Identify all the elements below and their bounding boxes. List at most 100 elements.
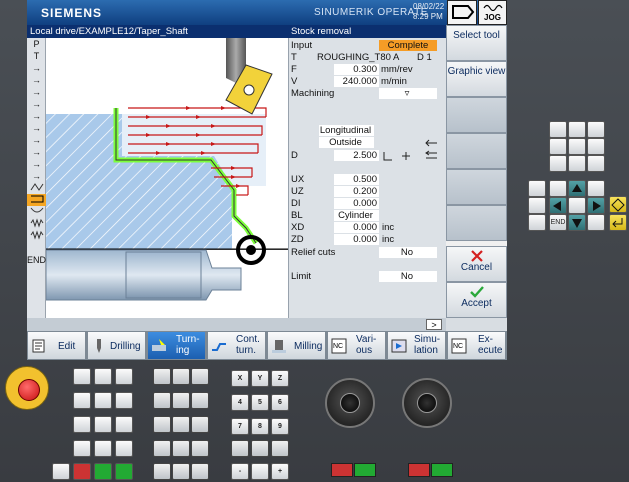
help-key[interactable] bbox=[528, 214, 546, 231]
var-increment-key[interactable] bbox=[94, 392, 112, 409]
spindle-start-button[interactable] bbox=[431, 463, 453, 477]
teach-in-key[interactable] bbox=[73, 392, 91, 409]
tool-strip-item-selected[interactable] bbox=[27, 194, 46, 206]
simulation-softkey[interactable]: Simu- lation bbox=[387, 331, 446, 360]
input-mode-select[interactable]: Complete bbox=[379, 40, 437, 51]
custom-key[interactable] bbox=[587, 138, 605, 155]
cancel-softkey[interactable]: Cancel bbox=[446, 246, 507, 282]
feed-input[interactable]: 0.300 bbox=[334, 64, 379, 75]
minus-direction-key[interactable]: - bbox=[231, 463, 249, 480]
feed-override-dial[interactable] bbox=[325, 378, 375, 428]
accept-softkey[interactable]: Accept bbox=[446, 282, 507, 318]
blank-key[interactable] bbox=[191, 392, 209, 409]
blank-key[interactable] bbox=[153, 368, 171, 385]
tool-strip-item[interactable]: → bbox=[27, 110, 46, 122]
increment-10-key[interactable] bbox=[94, 416, 112, 433]
execute-softkey[interactable]: NC Ex- ecute bbox=[447, 331, 506, 360]
mda-key[interactable] bbox=[73, 416, 91, 433]
ux-input[interactable]: 0.500 bbox=[334, 174, 379, 185]
tool-strip-item[interactable] bbox=[27, 206, 46, 218]
position-select[interactable]: Outside bbox=[319, 137, 374, 148]
cycle-start-key[interactable] bbox=[115, 463, 133, 480]
select-tool-softkey[interactable]: Select tool bbox=[446, 25, 507, 61]
emergency-stop-button[interactable] bbox=[5, 366, 49, 410]
tool-strip-item[interactable] bbox=[27, 182, 46, 194]
select-key[interactable] bbox=[609, 196, 627, 213]
single-block-key[interactable] bbox=[73, 463, 91, 480]
feed-unit[interactable]: mm/rev bbox=[381, 64, 413, 75]
tool-strip-item[interactable]: → bbox=[27, 62, 46, 74]
axis-5-key[interactable]: 5 bbox=[251, 394, 269, 411]
zd-input[interactable]: 0.000 bbox=[334, 234, 379, 245]
feed-start-button[interactable] bbox=[354, 463, 376, 477]
tab-key[interactable] bbox=[528, 197, 546, 214]
program-manager-key[interactable] bbox=[549, 138, 567, 155]
tool-strip-item[interactable]: → bbox=[27, 134, 46, 146]
axis-x-key[interactable]: X bbox=[231, 370, 249, 387]
blank-axis-key[interactable] bbox=[251, 440, 269, 457]
axis-8-key[interactable]: 8 bbox=[251, 418, 269, 435]
axis-y-key[interactable]: Y bbox=[251, 370, 269, 387]
blank-select[interactable]: Cylinder bbox=[334, 210, 379, 221]
reset-key[interactable] bbox=[52, 463, 70, 480]
turning-softkey[interactable]: Turn- ing bbox=[147, 331, 206, 360]
axis-4-key[interactable]: 4 bbox=[231, 394, 249, 411]
plus-direction-key[interactable]: + bbox=[271, 463, 289, 480]
machining-select[interactable]: ▿ bbox=[379, 88, 437, 99]
cutting-speed-input[interactable]: 240.000 bbox=[334, 76, 379, 87]
blank-key[interactable] bbox=[191, 440, 209, 457]
blank-key[interactable] bbox=[191, 463, 209, 480]
tool-strip-item[interactable]: T bbox=[27, 50, 46, 62]
cursor-down-key[interactable] bbox=[568, 214, 586, 231]
blank-key[interactable] bbox=[153, 440, 171, 457]
feed-stop-button[interactable] bbox=[331, 463, 353, 477]
uz-input[interactable]: 0.200 bbox=[334, 186, 379, 197]
axis-6-key[interactable]: 6 bbox=[271, 394, 289, 411]
auto-key[interactable] bbox=[73, 440, 91, 457]
tool-strip-item[interactable] bbox=[27, 218, 46, 230]
edit-softkey[interactable]: Edit bbox=[27, 331, 86, 360]
machine-key[interactable] bbox=[549, 121, 567, 138]
blank-key[interactable] bbox=[191, 416, 209, 433]
spindle-stop-button[interactable] bbox=[408, 463, 430, 477]
repos-key[interactable] bbox=[94, 368, 112, 385]
blank-key[interactable] bbox=[153, 463, 171, 480]
zd-unit[interactable]: inc bbox=[382, 234, 394, 245]
tool-strip-item[interactable]: → bbox=[27, 122, 46, 134]
relief-cuts-select[interactable]: No bbox=[379, 247, 437, 258]
contour-turning-softkey[interactable]: Cont. turn. bbox=[207, 331, 266, 360]
next-softkeys-button[interactable]: > bbox=[426, 319, 442, 330]
blank-key[interactable] bbox=[172, 416, 190, 433]
blank-key[interactable] bbox=[172, 440, 190, 457]
increment-100-key[interactable] bbox=[115, 416, 133, 433]
empty-softkey[interactable] bbox=[446, 97, 507, 133]
blank-key[interactable] bbox=[153, 392, 171, 409]
menu-function-key[interactable] bbox=[568, 155, 586, 172]
empty-softkey[interactable] bbox=[446, 169, 507, 205]
ref-point-key[interactable] bbox=[115, 368, 133, 385]
axis-7-key[interactable]: 7 bbox=[231, 418, 249, 435]
drilling-softkey[interactable]: Drilling bbox=[87, 331, 146, 360]
blank-key[interactable] bbox=[172, 392, 190, 409]
xd-input[interactable]: 0.000 bbox=[334, 222, 379, 233]
blank-key[interactable] bbox=[172, 463, 190, 480]
blank-key[interactable] bbox=[153, 416, 171, 433]
tool-strip-item[interactable] bbox=[27, 230, 46, 242]
group-key[interactable] bbox=[528, 180, 546, 197]
axis-z-key[interactable]: Z bbox=[271, 370, 289, 387]
blank-key[interactable] bbox=[191, 368, 209, 385]
tool-strip-item[interactable]: → bbox=[27, 98, 46, 110]
tool-strip-item[interactable] bbox=[27, 242, 46, 254]
cursor-center-key[interactable] bbox=[568, 197, 586, 214]
tool-edge-field[interactable]: D 1 bbox=[417, 52, 432, 63]
program-key[interactable] bbox=[568, 121, 586, 138]
di-input[interactable]: 0.000 bbox=[334, 198, 379, 209]
menu-back-key[interactable] bbox=[587, 155, 605, 172]
cycle-stop-key[interactable] bbox=[94, 463, 112, 480]
spindle-override-dial[interactable] bbox=[402, 378, 452, 428]
tool-strip-end[interactable]: END bbox=[27, 254, 46, 266]
cursor-left-key[interactable] bbox=[549, 197, 567, 214]
blank-axis-key[interactable] bbox=[231, 440, 249, 457]
alarm-key[interactable] bbox=[568, 138, 586, 155]
graphic-view-softkey[interactable]: Graphic view bbox=[446, 61, 507, 97]
